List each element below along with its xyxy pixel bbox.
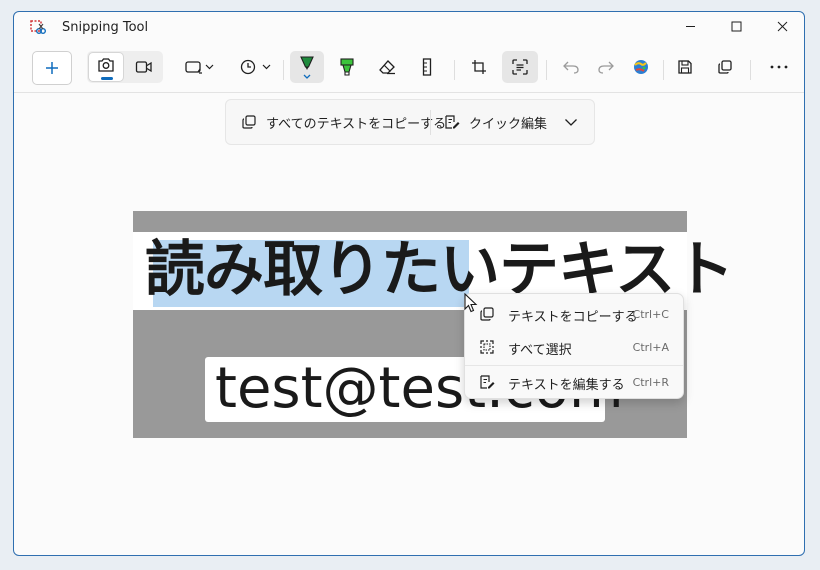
redo-icon xyxy=(598,61,614,74)
toolbar-divider xyxy=(663,60,664,80)
snip-shape-dropdown[interactable] xyxy=(182,51,218,83)
context-item-label: テキストをコピーする xyxy=(508,310,638,325)
mouse-cursor-icon xyxy=(464,293,478,313)
text-actions-icon xyxy=(512,59,528,75)
copy-all-text-button[interactable]: すべてのテキストをコピーする xyxy=(241,100,446,144)
minimize-icon xyxy=(686,26,695,27)
context-edit-text-item[interactable]: テキストを編集する Ctrl+R xyxy=(465,366,683,398)
context-select-all-item[interactable]: すべて選択 Ctrl+A xyxy=(465,331,683,363)
paint-palette-icon xyxy=(634,60,648,74)
camera-icon xyxy=(98,58,114,72)
copy-all-text-label: すべてのテキストをコピーする xyxy=(266,116,447,132)
context-item-shortcut: Ctrl+A xyxy=(632,341,669,354)
text-context-menu: テキストをコピーする Ctrl+C すべて選択 Ctrl+A テキストを編集する… xyxy=(464,293,684,399)
ruler-icon xyxy=(422,58,432,76)
toolbar-divider xyxy=(283,60,284,80)
toolbar-divider xyxy=(546,60,547,80)
context-item-label: すべて選択 xyxy=(508,343,572,358)
crop-button[interactable] xyxy=(462,51,496,83)
copy-icon xyxy=(480,307,494,321)
copy-icon xyxy=(718,60,732,74)
edit-document-icon xyxy=(445,115,460,129)
context-item-shortcut: Ctrl+C xyxy=(632,308,669,321)
maximize-icon xyxy=(731,21,742,32)
context-item-label: テキストを編集する xyxy=(508,378,625,393)
close-icon xyxy=(777,21,788,32)
video-icon xyxy=(135,61,152,73)
eraser-button[interactable] xyxy=(370,51,404,83)
undo-button[interactable] xyxy=(554,51,588,83)
maximize-button[interactable] xyxy=(714,12,760,42)
highlighter-icon xyxy=(340,58,354,76)
highlighter-button[interactable] xyxy=(330,51,364,83)
snipping-tool-app-icon xyxy=(30,20,46,36)
quick-edit-button[interactable]: クイック編集 xyxy=(444,100,547,144)
redo-button[interactable] xyxy=(589,51,623,83)
clock-icon xyxy=(240,59,271,75)
toolbar-divider xyxy=(454,60,455,80)
pen-icon xyxy=(300,56,314,79)
ruler-button[interactable] xyxy=(410,51,444,83)
selected-mode-indicator xyxy=(101,77,113,80)
save-icon xyxy=(678,60,692,74)
rectangle-snip-icon xyxy=(185,61,214,74)
more-options-button[interactable] xyxy=(762,51,796,83)
eraser-icon xyxy=(379,60,395,75)
save-button[interactable] xyxy=(668,51,702,83)
ballpoint-pen-button[interactable] xyxy=(290,51,324,83)
minimize-button[interactable] xyxy=(668,12,714,42)
text-actions-bar: すべてのテキストをコピーする クイック編集 xyxy=(225,99,595,145)
window-title: Snipping Tool xyxy=(62,20,149,35)
paint-3d-button[interactable] xyxy=(624,51,658,83)
select-all-icon xyxy=(480,340,494,354)
record-mode-button[interactable] xyxy=(126,51,162,83)
chevron-down-icon xyxy=(565,119,577,126)
title-bar[interactable]: Snipping Tool xyxy=(14,12,804,44)
crop-icon xyxy=(472,60,486,74)
context-copy-text-item[interactable]: テキストをコピーする Ctrl+C xyxy=(465,298,683,330)
quick-edit-label: クイック編集 xyxy=(469,116,548,132)
undo-icon xyxy=(563,61,579,74)
toolbar xyxy=(14,46,804,93)
snip-mode-button[interactable] xyxy=(88,52,124,82)
edit-document-icon xyxy=(480,375,495,389)
toolbar-divider xyxy=(750,60,751,80)
ellipsis-icon xyxy=(770,65,788,69)
context-item-shortcut: Ctrl+R xyxy=(632,376,669,389)
text-actions-button[interactable] xyxy=(502,51,538,83)
text-actions-divider xyxy=(430,110,431,135)
plus-icon xyxy=(46,62,58,74)
copy-icon xyxy=(242,115,256,129)
delay-dropdown[interactable] xyxy=(236,51,276,83)
close-button[interactable] xyxy=(760,12,804,42)
snipping-tool-window: Snipping Tool すべてのテキストをコピーする クイック編集 読み取り… xyxy=(13,11,805,556)
copy-button[interactable] xyxy=(708,51,742,83)
text-actions-expand-button[interactable] xyxy=(564,100,587,144)
new-snip-button[interactable] xyxy=(32,51,72,85)
